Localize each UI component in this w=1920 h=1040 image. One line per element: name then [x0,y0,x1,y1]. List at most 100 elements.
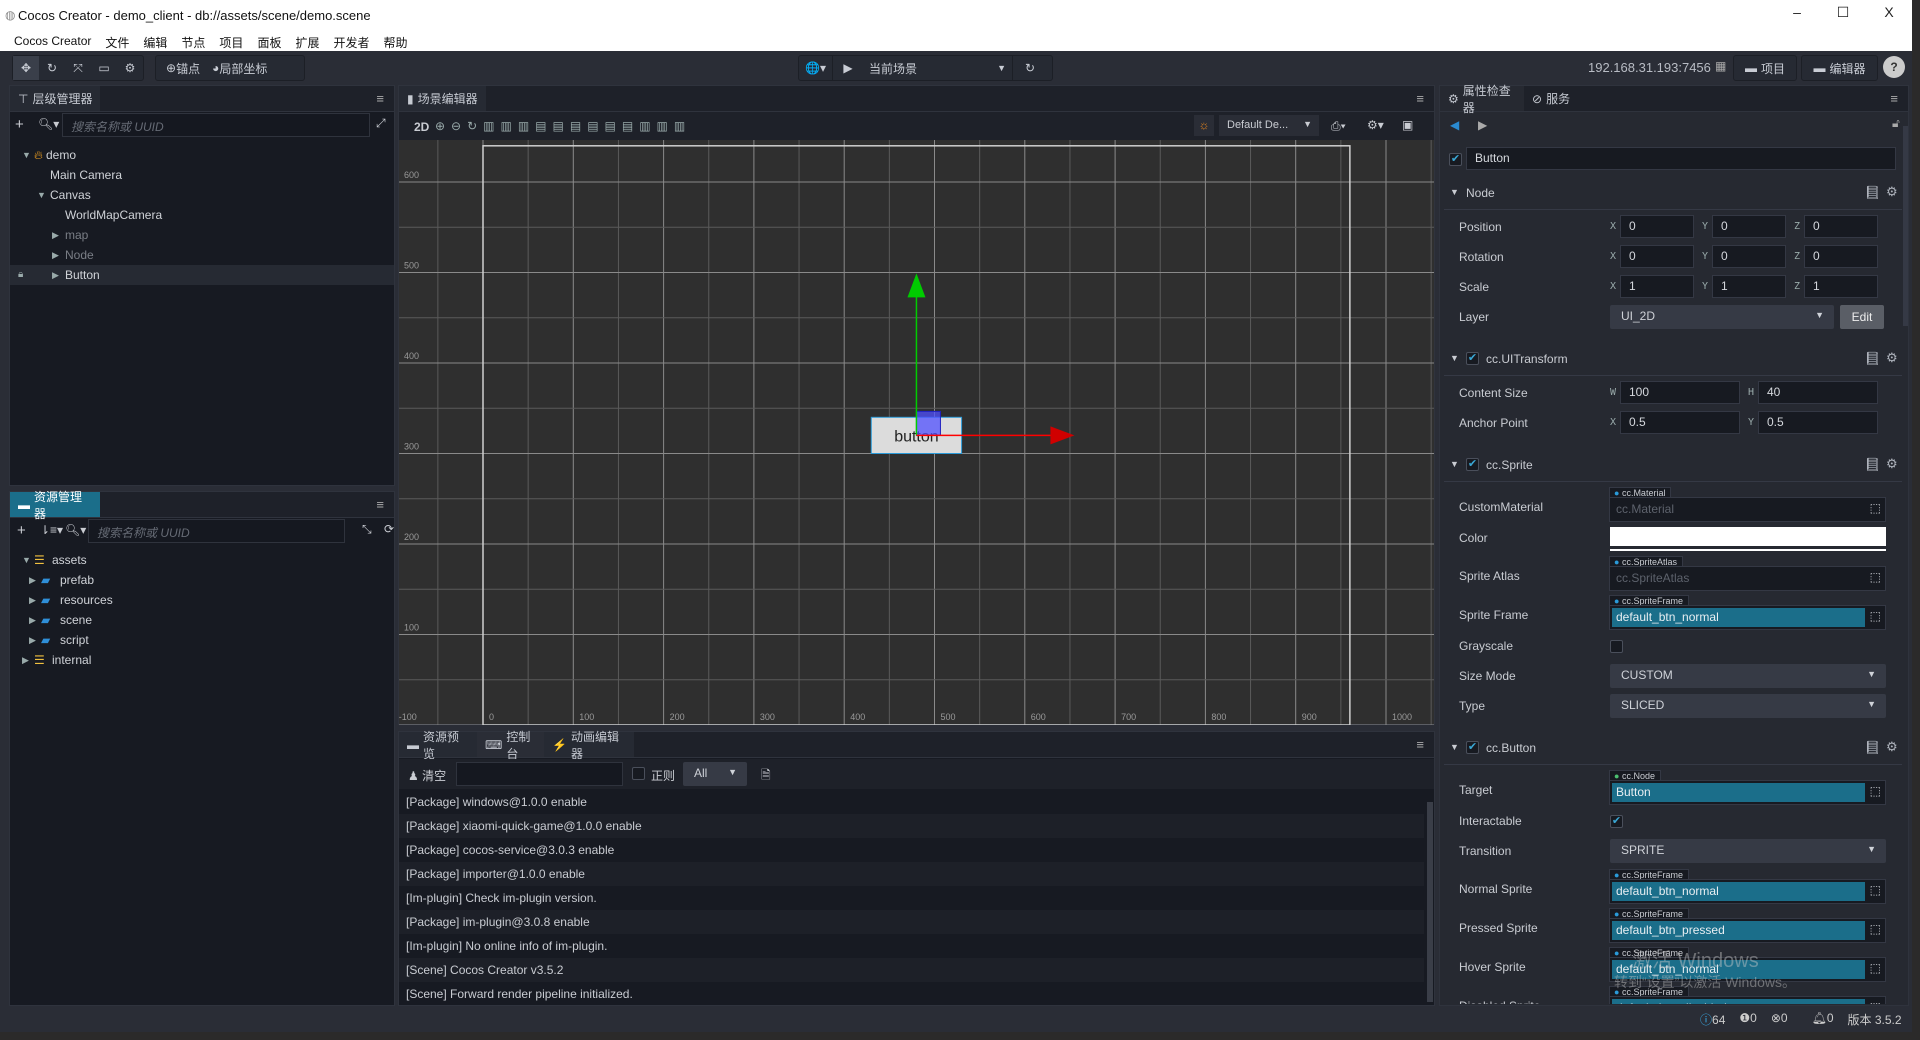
vector-input[interactable]: 0.5 [1620,411,1740,434]
regex-checkbox[interactable] [632,767,645,780]
open-log-file-icon[interactable]: 🗎 [761,766,771,787]
tab-service[interactable]: ⊘ 服务 [1524,86,1588,111]
open-editor-button[interactable]: ▬ 编辑器 [1801,55,1878,81]
log-entry[interactable]: [Scene] Forward render pipeline initiali… [399,982,1424,1006]
camera-icon[interactable]: ⎙▾ [1331,119,1346,134]
console-filter-input[interactable] [456,762,623,786]
info-count[interactable]: ⓘ64 [1700,1011,1725,1028]
caret-right-icon[interactable]: ▶ [22,650,29,670]
menu-item[interactable]: Cocos Creator [14,34,91,51]
caret-right-icon[interactable]: ▶ [29,610,36,630]
log-level-select[interactable]: All ▼ [683,762,747,786]
caret-right-icon[interactable]: ▶ [52,265,59,285]
lock-icon[interactable]: 🔓︎ [1892,116,1900,131]
gear-icon[interactable]: ⚙ [1886,739,1898,755]
log-entry[interactable]: [Package] cocos-service@3.0.3 enable [399,838,1424,862]
vector-input[interactable]: 0.5 [1758,411,1878,434]
tab-terminal[interactable]: ⌨ 控制台 [477,730,544,761]
caret-down-icon[interactable]: ▼ [1450,459,1459,469]
asset-picker-icon[interactable]: ⬚ [1870,570,1881,584]
menu-item[interactable]: 节点 [181,34,205,51]
inspector-scrollbar[interactable] [1903,126,1908,326]
log-entry[interactable]: [Im-plugin] No online info of im-plugin. [399,934,1424,958]
log-entry[interactable]: [Im-plugin] Check im-plugin version. [399,886,1424,910]
search-filter-icon[interactable]: 🔍︎▾ [65,523,86,537]
help-book-icon[interactable]: 📘︎ [1864,351,1881,367]
property-checkbox[interactable] [1610,640,1623,653]
asset-picker-icon[interactable]: ⬚ [1870,609,1881,623]
node-active-checkbox[interactable]: ✔ [1449,153,1462,166]
gear-icon[interactable]: ⚙ [1886,184,1898,200]
log-entry[interactable]: [Scene] Cocos Creator v3.5.2 [399,958,1424,982]
asset-picker-icon[interactable]: ⬚ [1870,961,1881,975]
preview-ip[interactable]: 192.168.31.193:7456 [1588,60,1711,75]
qrcode-icon[interactable]: ▦ [1715,59,1726,73]
asset-field[interactable]: cc.Material ⬚ [1609,497,1886,522]
property-checkbox[interactable]: ✔ [1610,815,1623,828]
panel-menu-icon[interactable]: ≡ [376,91,384,106]
notification-count[interactable]: 🔔︎0 [1812,1011,1834,1028]
panel-menu-icon[interactable]: ≡ [1416,91,1424,106]
add-node-button[interactable]: + [15,116,24,133]
collapse-all-icon[interactable]: ⤡ [362,522,372,537]
scene-viewport[interactable]: -100 0 100 200 300 400 500 600 700 800 900 1000 100 2… [399,140,1434,725]
minimize-button[interactable]: – [1782,4,1812,20]
gear-icon[interactable]: ⚙▾ [1367,118,1384,132]
local-coord-toggle[interactable]: ◕ 局部坐标 [212,56,267,80]
expand-all-icon[interactable]: ⤢ [376,116,386,131]
asset-field[interactable]: default_btn_normal ⬚ [1609,605,1886,630]
menu-item[interactable]: 文件 [105,34,129,51]
component-header[interactable]: ▼ ✔ cc.Button 📘︎ ⚙ [1444,731,1902,765]
menu-item[interactable]: 编辑 [143,34,167,51]
tab-scene[interactable]: ▮ 场景编辑器 [399,86,486,111]
menu-item[interactable]: 面板 [257,34,281,51]
caret-down-icon[interactable]: ▼ [1450,353,1459,363]
tree-item[interactable]: Main Camera [10,165,394,185]
caret-right-icon[interactable]: ▶ [29,630,36,650]
log-entry[interactable]: [Package] im-plugin@3.0.8 enable [399,910,1424,934]
gear-icon[interactable]: ⚙ [1886,456,1898,472]
tree-item[interactable]: ▼ ☰ assets [10,550,394,570]
tree-item[interactable]: ▶ ▰ resources [10,590,394,610]
tree-item[interactable]: 🔒︎ ▶ Button [10,265,394,285]
caret-right-icon[interactable]: ▶ [52,245,59,265]
asset-picker-icon[interactable]: ⬚ [1870,1000,1881,1004]
open-project-button[interactable]: ▬ 项目 [1733,55,1797,81]
tree-item[interactable]: ▼ Canvas [10,185,394,205]
menu-item[interactable]: 项目 [219,34,243,51]
assets-search-input[interactable]: 搜索名称或 UUID [88,519,345,543]
menu-item[interactable]: 扩展 [295,34,319,51]
caret-right-icon[interactable]: ▶ [29,570,36,590]
gear-icon[interactable]: ⚙ [1886,350,1898,366]
console-scrollbar[interactable] [1427,802,1433,1002]
clear-button[interactable]: ♟ 清空 [408,767,446,784]
tab-animation[interactable]: ⚡ 动画编辑器 [544,730,634,761]
anchor-toggle[interactable]: ⊕ 锚点 [166,56,200,80]
tab-folder[interactable]: ▬ 资源预览 [399,730,477,761]
vector-input[interactable]: 40 [1758,381,1878,404]
help-book-icon[interactable]: 📘︎ [1864,185,1881,201]
refresh-icon[interactable]: ↻ [1013,56,1047,80]
light-icon[interactable]: ☼ [1194,115,1214,136]
play-button[interactable]: ▶ [833,56,863,80]
asset-field[interactable]: default_btn_normal ⬚ [1609,879,1886,904]
camera-select[interactable]: Default De... ▼ [1219,115,1319,136]
asset-field[interactable]: default_btn_pressed ⬚ [1609,918,1886,943]
tab-hierarchy[interactable]: ⊤ 层级管理器 [10,86,101,111]
caret-down-icon[interactable]: ▼ [22,145,31,165]
asset-picker-icon[interactable]: ⬚ [1870,922,1881,936]
asset-field[interactable]: default_btn_disabled ⬚ [1609,996,1886,1004]
select-dropdown[interactable]: CUSTOM ▼ [1610,664,1886,688]
lock-icon[interactable]: 🔒︎ [18,265,23,285]
tree-item[interactable]: ▼ 🔥︎ demo [10,145,394,165]
tab-assets[interactable]: ▬ 资源管理器 [10,490,100,521]
back-arrow-icon[interactable]: ◀ [1450,118,1459,132]
maximize-button[interactable]: ☐ [1828,4,1858,21]
panel-menu-icon[interactable]: ≡ [1416,737,1424,752]
close-button[interactable]: X [1874,4,1904,20]
caret-down-icon[interactable]: ▼ [1450,187,1459,197]
sort-icon[interactable]: ⇂≡▾ [40,523,63,537]
search-filter-icon[interactable]: 🔍︎▾ [38,117,59,131]
caret-down-icon[interactable]: ▼ [1450,742,1459,752]
tree-item[interactable]: WorldMapCamera [10,205,394,225]
